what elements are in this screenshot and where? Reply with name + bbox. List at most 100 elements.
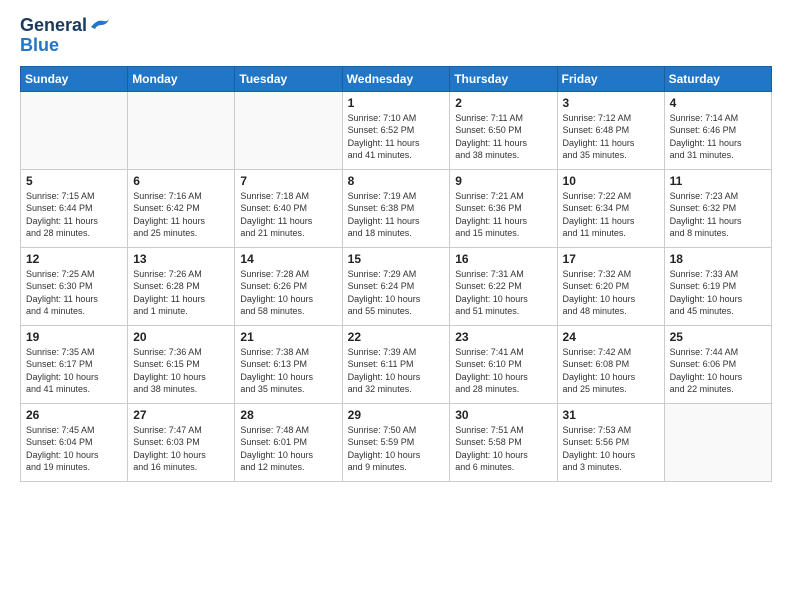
day-number: 4: [670, 96, 766, 110]
calendar-cell: 17 Sunrise: 7:32 AM Sunset: 6:20 PM Dayli…: [557, 247, 664, 325]
calendar-cell: 21 Sunrise: 7:38 AM Sunset: 6:13 PM Dayli…: [235, 325, 342, 403]
calendar-cell: 23 Sunrise: 7:41 AM Sunset: 6:10 PM Dayli…: [450, 325, 557, 403]
day-info: Sunrise: 7:31 AM Sunset: 6:22 PM Dayligh…: [455, 268, 551, 318]
calendar-cell: 30Sunrise: 7:51 AM Sunset: 5:58 PM Dayli…: [450, 403, 557, 481]
day-number: 25: [670, 330, 766, 344]
calendar-cell: [21, 91, 128, 169]
day-number: 13: [133, 252, 229, 266]
logo-blue: Blue: [20, 36, 59, 56]
day-info: Sunrise: 7:39 AM Sunset: 6:11 PM Dayligh…: [348, 346, 445, 396]
calendar-cell: 24 Sunrise: 7:42 AM Sunset: 6:08 PM Dayli…: [557, 325, 664, 403]
day-number: 9: [455, 174, 551, 188]
day-info: Sunrise: 7:14 AM Sunset: 6:46 PM Dayligh…: [670, 112, 766, 162]
calendar-cell: 9Sunrise: 7:21 AM Sunset: 6:36 PM Daylig…: [450, 169, 557, 247]
calendar-cell: 16 Sunrise: 7:31 AM Sunset: 6:22 PM Dayli…: [450, 247, 557, 325]
calendar-cell: 2 Sunrise: 7:11 AM Sunset: 6:50 PM Daylig…: [450, 91, 557, 169]
week-row-4: 26Sunrise: 7:45 AM Sunset: 6:04 PM Dayli…: [21, 403, 772, 481]
column-header-tuesday: Tuesday: [235, 66, 342, 91]
day-number: 10: [563, 174, 659, 188]
day-info: Sunrise: 7:48 AM Sunset: 6:01 PM Dayligh…: [240, 424, 336, 474]
day-info: Sunrise: 7:33 AM Sunset: 6:19 PM Dayligh…: [670, 268, 766, 318]
calendar-cell: 3Sunrise: 7:12 AM Sunset: 6:48 PM Daylig…: [557, 91, 664, 169]
day-info: Sunrise: 7:10 AM Sunset: 6:52 PM Dayligh…: [348, 112, 445, 162]
calendar-cell: 29 Sunrise: 7:50 AM Sunset: 5:59 PM Dayli…: [342, 403, 450, 481]
calendar-cell: [235, 91, 342, 169]
day-number: 29: [348, 408, 445, 422]
day-number: 6: [133, 174, 229, 188]
day-info: Sunrise: 7:12 AM Sunset: 6:48 PM Dayligh…: [563, 112, 659, 162]
day-info: Sunrise: 7:42 AM Sunset: 6:08 PM Dayligh…: [563, 346, 659, 396]
day-number: 7: [240, 174, 336, 188]
header: General Blue: [20, 16, 772, 56]
day-info: Sunrise: 7:41 AM Sunset: 6:10 PM Dayligh…: [455, 346, 551, 396]
day-info: Sunrise: 7:23 AM Sunset: 6:32 PM Dayligh…: [670, 190, 766, 240]
calendar-cell: 1 Sunrise: 7:10 AM Sunset: 6:52 PM Daylig…: [342, 91, 450, 169]
day-number: 1: [348, 96, 445, 110]
day-number: 20: [133, 330, 229, 344]
column-header-saturday: Saturday: [664, 66, 771, 91]
logo-bird-icon: [89, 17, 111, 31]
calendar-cell: [664, 403, 771, 481]
calendar-cell: 11 Sunrise: 7:23 AM Sunset: 6:32 PM Dayli…: [664, 169, 771, 247]
logo: General Blue: [20, 16, 111, 56]
day-info: Sunrise: 7:11 AM Sunset: 6:50 PM Dayligh…: [455, 112, 551, 162]
calendar-cell: 8Sunrise: 7:19 AM Sunset: 6:38 PM Daylig…: [342, 169, 450, 247]
week-row-0: 1 Sunrise: 7:10 AM Sunset: 6:52 PM Daylig…: [21, 91, 772, 169]
calendar-header-row: SundayMondayTuesdayWednesdayThursdayFrid…: [21, 66, 772, 91]
day-info: Sunrise: 7:15 AM Sunset: 6:44 PM Dayligh…: [26, 190, 122, 240]
week-row-2: 12 Sunrise: 7:25 AM Sunset: 6:30 PM Dayli…: [21, 247, 772, 325]
calendar-cell: 20 Sunrise: 7:36 AM Sunset: 6:15 PM Dayli…: [128, 325, 235, 403]
calendar-cell: 13 Sunrise: 7:26 AM Sunset: 6:28 PM Dayli…: [128, 247, 235, 325]
calendar-cell: 10 Sunrise: 7:22 AM Sunset: 6:34 PM Dayli…: [557, 169, 664, 247]
calendar-cell: 7 Sunrise: 7:18 AM Sunset: 6:40 PM Daylig…: [235, 169, 342, 247]
day-info: Sunrise: 7:47 AM Sunset: 6:03 PM Dayligh…: [133, 424, 229, 474]
day-number: 19: [26, 330, 122, 344]
day-number: 28: [240, 408, 336, 422]
day-number: 15: [348, 252, 445, 266]
day-number: 17: [563, 252, 659, 266]
week-row-3: 19Sunrise: 7:35 AM Sunset: 6:17 PM Dayli…: [21, 325, 772, 403]
day-number: 23: [455, 330, 551, 344]
calendar-cell: 12 Sunrise: 7:25 AM Sunset: 6:30 PM Dayli…: [21, 247, 128, 325]
day-number: 8: [348, 174, 445, 188]
day-number: 16: [455, 252, 551, 266]
day-number: 24: [563, 330, 659, 344]
day-number: 12: [26, 252, 122, 266]
calendar-cell: [128, 91, 235, 169]
day-info: Sunrise: 7:32 AM Sunset: 6:20 PM Dayligh…: [563, 268, 659, 318]
day-number: 2: [455, 96, 551, 110]
column-header-wednesday: Wednesday: [342, 66, 450, 91]
day-number: 27: [133, 408, 229, 422]
week-row-1: 5Sunrise: 7:15 AM Sunset: 6:44 PM Daylig…: [21, 169, 772, 247]
logo-general: General: [20, 16, 87, 36]
day-info: Sunrise: 7:50 AM Sunset: 5:59 PM Dayligh…: [348, 424, 445, 474]
day-number: 14: [240, 252, 336, 266]
calendar-table: SundayMondayTuesdayWednesdayThursdayFrid…: [20, 66, 772, 482]
day-info: Sunrise: 7:16 AM Sunset: 6:42 PM Dayligh…: [133, 190, 229, 240]
calendar-cell: 15Sunrise: 7:29 AM Sunset: 6:24 PM Dayli…: [342, 247, 450, 325]
day-info: Sunrise: 7:25 AM Sunset: 6:30 PM Dayligh…: [26, 268, 122, 318]
day-number: 11: [670, 174, 766, 188]
day-number: 18: [670, 252, 766, 266]
day-info: Sunrise: 7:28 AM Sunset: 6:26 PM Dayligh…: [240, 268, 336, 318]
day-number: 21: [240, 330, 336, 344]
calendar-cell: 19Sunrise: 7:35 AM Sunset: 6:17 PM Dayli…: [21, 325, 128, 403]
day-info: Sunrise: 7:38 AM Sunset: 6:13 PM Dayligh…: [240, 346, 336, 396]
day-number: 26: [26, 408, 122, 422]
day-info: Sunrise: 7:51 AM Sunset: 5:58 PM Dayligh…: [455, 424, 551, 474]
column-header-sunday: Sunday: [21, 66, 128, 91]
day-info: Sunrise: 7:44 AM Sunset: 6:06 PM Dayligh…: [670, 346, 766, 396]
day-number: 22: [348, 330, 445, 344]
calendar-cell: 4 Sunrise: 7:14 AM Sunset: 6:46 PM Daylig…: [664, 91, 771, 169]
calendar-cell: 14 Sunrise: 7:28 AM Sunset: 6:26 PM Dayli…: [235, 247, 342, 325]
page: General Blue SundayMondayTuesdayWednesda…: [0, 0, 792, 492]
calendar-cell: 27 Sunrise: 7:47 AM Sunset: 6:03 PM Dayli…: [128, 403, 235, 481]
column-header-thursday: Thursday: [450, 66, 557, 91]
day-info: Sunrise: 7:22 AM Sunset: 6:34 PM Dayligh…: [563, 190, 659, 240]
calendar-cell: 26Sunrise: 7:45 AM Sunset: 6:04 PM Dayli…: [21, 403, 128, 481]
calendar-cell: 25 Sunrise: 7:44 AM Sunset: 6:06 PM Dayli…: [664, 325, 771, 403]
day-info: Sunrise: 7:26 AM Sunset: 6:28 PM Dayligh…: [133, 268, 229, 318]
day-info: Sunrise: 7:18 AM Sunset: 6:40 PM Dayligh…: [240, 190, 336, 240]
day-info: Sunrise: 7:36 AM Sunset: 6:15 PM Dayligh…: [133, 346, 229, 396]
day-info: Sunrise: 7:53 AM Sunset: 5:56 PM Dayligh…: [563, 424, 659, 474]
